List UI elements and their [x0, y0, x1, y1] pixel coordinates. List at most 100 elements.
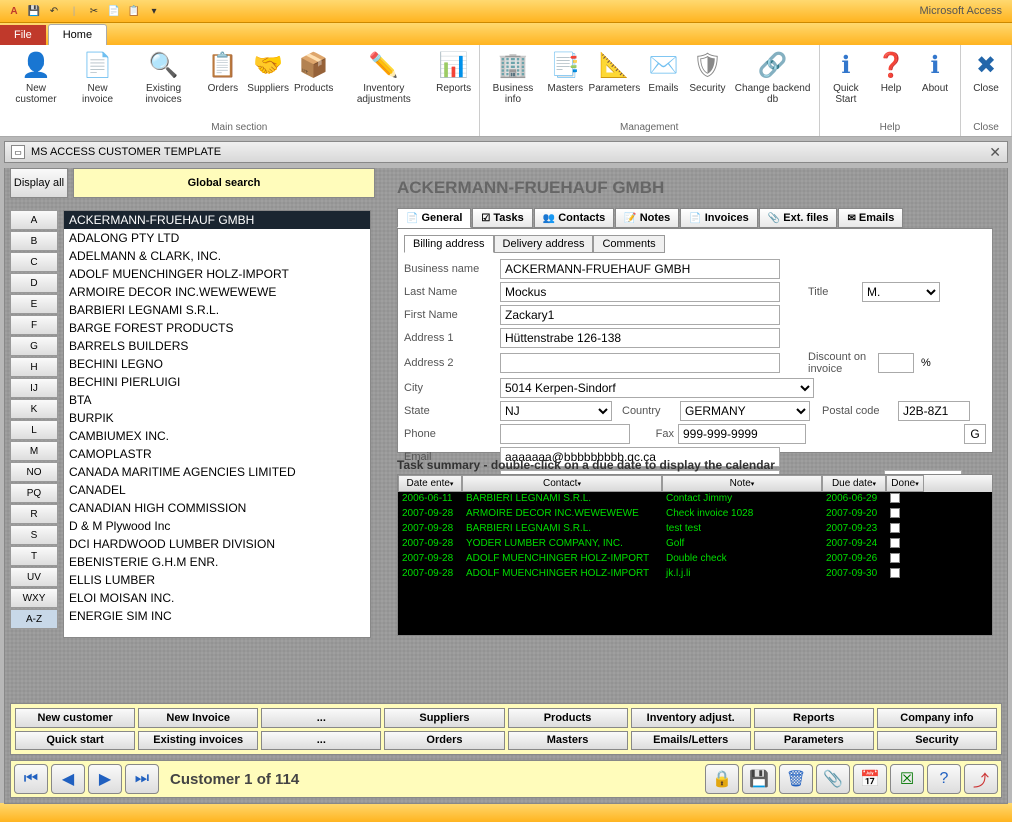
country-select[interactable]: GERMANY	[680, 401, 810, 421]
title-select[interactable]: M.	[862, 282, 940, 302]
customer-item[interactable]: BARGE FOREST PRODUCTS	[64, 319, 370, 337]
first-name-input[interactable]	[500, 305, 780, 325]
customer-item[interactable]: BARRELS BUILDERS	[64, 337, 370, 355]
action-existing-invoices[interactable]: Existing invoices	[138, 731, 258, 751]
home-tab[interactable]: Home	[48, 24, 107, 45]
customer-item[interactable]: EBENISTERIE G.H.M ENR.	[64, 553, 370, 571]
done-checkbox[interactable]	[886, 492, 924, 507]
customer-item[interactable]: ADELMANN & CLARK, INC.	[64, 247, 370, 265]
alpha-E[interactable]: E	[10, 294, 58, 314]
task-col-header[interactable]: Done ▾	[886, 475, 924, 492]
customer-item[interactable]: BURPIK	[64, 409, 370, 427]
g-button[interactable]: G	[964, 424, 986, 444]
ribbon-mast[interactable]: 📑Masters	[544, 47, 586, 96]
action-new-customer[interactable]: New customer	[15, 708, 135, 728]
tab-general[interactable]: 📄General	[397, 208, 471, 228]
address1-input[interactable]	[500, 328, 780, 348]
save-icon[interactable]: 💾	[26, 3, 42, 19]
lock-icon[interactable]: 🔒	[705, 764, 739, 794]
ribbon-inv[interactable]: ✏️Inventory adjustments	[337, 47, 431, 107]
action-inventory-adjust-[interactable]: Inventory adjust.	[631, 708, 751, 728]
tab-invoices[interactable]: 📄Invoices	[680, 208, 757, 228]
alpha-A[interactable]: A	[10, 210, 58, 230]
customer-item[interactable]: D & M Plywood Inc	[64, 517, 370, 535]
customer-item[interactable]: CANADIAN HIGH COMMISSION	[64, 499, 370, 517]
subtab-comments[interactable]: Comments	[593, 235, 664, 253]
undo-icon[interactable]: ↶	[46, 3, 62, 19]
close-doc-icon[interactable]: ✕	[989, 144, 1001, 161]
paste-icon[interactable]: 📋	[126, 3, 142, 19]
nav-prev-button[interactable]: ◀	[51, 764, 85, 794]
city-select[interactable]: 5014 Kerpen-Sindorf	[500, 378, 814, 398]
save-icon[interactable]: 💾	[742, 764, 776, 794]
customer-item[interactable]: BECHINI LEGNO	[64, 355, 370, 373]
task-col-header[interactable]: Contact ▾	[462, 475, 662, 492]
delete-icon[interactable]: 🗑	[779, 764, 813, 794]
task-row[interactable]: 2006-06-11BARBIERI LEGNAMI S.R.L.Contact…	[398, 492, 992, 507]
task-row[interactable]: 2007-09-28ADOLF MUENCHINGER HOLZ-IMPORTj…	[398, 567, 992, 582]
alpha-S[interactable]: S	[10, 525, 58, 545]
task-table[interactable]: Date ente ▾Contact ▾Note ▾Due date ▾Done…	[397, 474, 993, 636]
done-checkbox[interactable]	[886, 567, 924, 582]
ribbon-about[interactable]: ℹAbout	[914, 47, 956, 96]
customer-item[interactable]: ACKERMANN-FRUEHAUF GMBH	[64, 211, 370, 229]
alpha-PQ[interactable]: PQ	[10, 483, 58, 503]
qat-dropdown-icon[interactable]: ▾	[146, 3, 162, 19]
done-checkbox[interactable]	[886, 507, 924, 522]
customer-item[interactable]: ADOLF MUENCHINGER HOLZ-IMPORT	[64, 265, 370, 283]
alpha-M[interactable]: M	[10, 441, 58, 461]
action-quick-start[interactable]: Quick start	[15, 731, 135, 751]
customer-item[interactable]: ADALONG PTY LTD	[64, 229, 370, 247]
subtab-billing-address[interactable]: Billing address	[404, 235, 494, 253]
action--[interactable]: ...	[261, 731, 381, 751]
phone-input[interactable]	[500, 424, 630, 444]
alpha-T[interactable]: T	[10, 546, 58, 566]
alpha-F[interactable]: F	[10, 315, 58, 335]
ribbon-qs[interactable]: ℹQuick Start	[824, 47, 868, 107]
task-row[interactable]: 2007-09-28ARMOIRE DECOR INC.WEWEWEWEChec…	[398, 507, 992, 522]
alpha-WXY[interactable]: WXY	[10, 588, 58, 608]
business-name-input[interactable]	[500, 259, 780, 279]
task-row[interactable]: 2007-09-28BARBIERI LEGNAMI S.R.L.test te…	[398, 522, 992, 537]
customer-item[interactable]: BARBIERI LEGNAMI S.R.L.	[64, 301, 370, 319]
customer-item[interactable]: ARMOIRE DECOR INC.WEWEWEWE	[64, 283, 370, 301]
done-checkbox[interactable]	[886, 522, 924, 537]
action--[interactable]: ...	[261, 708, 381, 728]
customer-item[interactable]: ELOI MOISAN INC.	[64, 589, 370, 607]
tab-ext-files[interactable]: 📎Ext. files	[759, 208, 838, 228]
file-tab[interactable]: File	[0, 25, 46, 45]
alpha-G[interactable]: G	[10, 336, 58, 356]
copy-icon[interactable]: 📄	[106, 3, 122, 19]
action-new-invoice[interactable]: New Invoice	[138, 708, 258, 728]
postal-input[interactable]	[898, 401, 970, 421]
task-col-header[interactable]: Date ente ▾	[398, 475, 462, 492]
task-col-header[interactable]: Due date ▾	[822, 475, 886, 492]
alpha-IJ[interactable]: IJ	[10, 378, 58, 398]
ribbon-orders[interactable]: 📋Orders	[202, 47, 244, 96]
action-reports[interactable]: Reports	[754, 708, 874, 728]
ribbon-ninv[interactable]: 📄New invoice	[70, 47, 125, 107]
alpha-K[interactable]: K	[10, 399, 58, 419]
ribbon-rpt[interactable]: 📊Reports	[433, 47, 475, 96]
customer-item[interactable]: BECHINI PIERLUIGI	[64, 373, 370, 391]
task-row[interactable]: 2007-09-28YODER LUMBER COMPANY, INC.Golf…	[398, 537, 992, 552]
global-search[interactable]: Global search	[73, 168, 375, 198]
alpha-R[interactable]: R	[10, 504, 58, 524]
customer-item[interactable]: ENERGIE SIM INC	[64, 607, 370, 625]
alpha-H[interactable]: H	[10, 357, 58, 377]
done-checkbox[interactable]	[886, 537, 924, 552]
ribbon-prod[interactable]: 📦Products	[292, 47, 335, 96]
ribbon-email[interactable]: ✉️Emails	[642, 47, 684, 96]
tab-emails[interactable]: ✉Emails	[838, 208, 903, 228]
customer-list[interactable]: ACKERMANN-FRUEHAUF GMBHADALONG PTY LTDAD…	[63, 210, 371, 638]
ribbon-sec[interactable]: 🛡Security	[686, 47, 728, 96]
ribbon-supp[interactable]: 🤝Suppliers	[246, 47, 291, 96]
address2-input[interactable]	[500, 353, 780, 373]
attach-icon[interactable]: 📎	[816, 764, 850, 794]
alpha-C[interactable]: C	[10, 252, 58, 272]
display-all-button[interactable]: Display all	[10, 168, 68, 198]
nav-next-button[interactable]: ▶	[88, 764, 122, 794]
state-select[interactable]: NJ	[500, 401, 612, 421]
customer-item[interactable]: CANADEL	[64, 481, 370, 499]
alpha-D[interactable]: D	[10, 273, 58, 293]
